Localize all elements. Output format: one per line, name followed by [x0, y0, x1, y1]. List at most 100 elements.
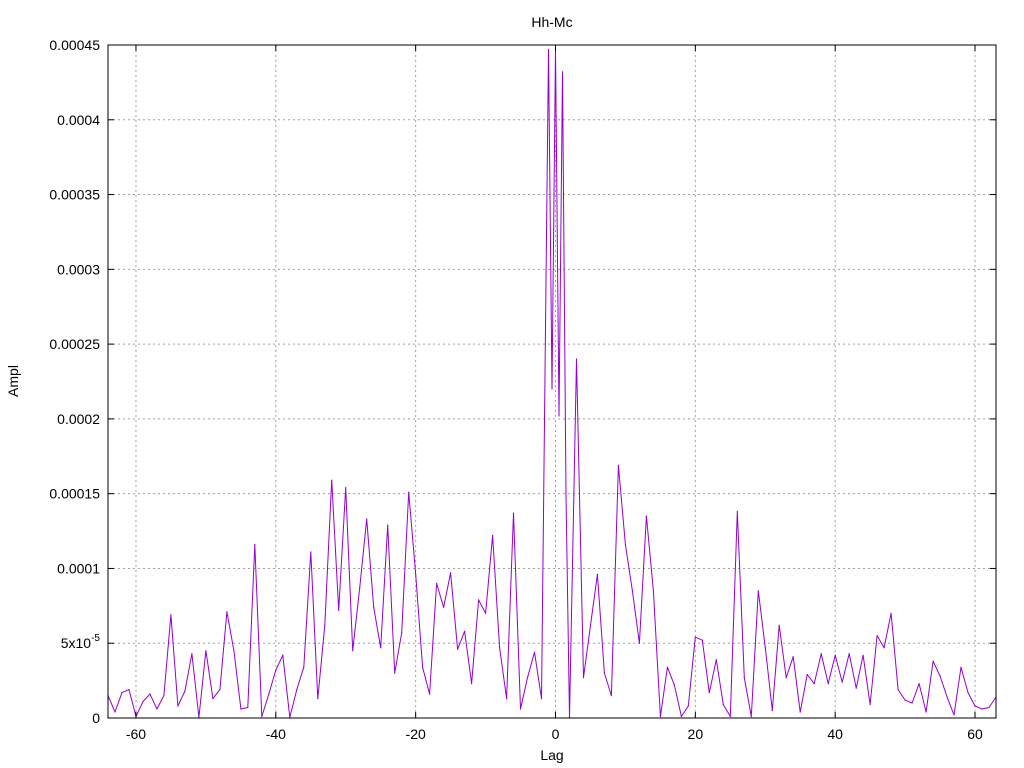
data-point [806, 674, 808, 676]
y-tick-label-text: 0.00035 [49, 187, 100, 203]
y-tick-label: 0.0003 [57, 261, 100, 277]
data-point [820, 653, 822, 655]
data-point [603, 672, 606, 674]
data-point [338, 609, 340, 611]
y-tick-label-text: 0.00015 [49, 486, 100, 502]
data-point [303, 666, 305, 668]
data-point [471, 683, 473, 685]
data-point [551, 388, 553, 390]
data-point [589, 624, 592, 626]
data-point [429, 693, 431, 695]
data-point [485, 612, 487, 614]
data-point [743, 677, 745, 679]
data-point [960, 666, 962, 668]
data-point [261, 715, 263, 718]
data-point [558, 415, 560, 417]
data-point [715, 659, 717, 661]
data-point [771, 709, 773, 712]
y-tick-label: 0.00035 [49, 187, 100, 203]
data-point [680, 715, 683, 718]
data-point [925, 711, 927, 713]
data-point [631, 590, 634, 592]
data-point [345, 487, 347, 489]
y-tick-label: 0 [92, 710, 100, 726]
data-point [792, 656, 794, 658]
data-point [687, 705, 689, 707]
data-point [876, 635, 878, 637]
data-point [834, 654, 836, 656]
y-tick-label-exponent: -5 [91, 633, 100, 644]
y-tick-label: 5x10-5 [61, 633, 101, 651]
data-point [254, 543, 256, 546]
data-point [596, 573, 599, 576]
data-point [492, 534, 494, 537]
y-tick-label: 0.00025 [49, 336, 100, 352]
data-point [708, 692, 710, 694]
x-tick-label: 40 [827, 726, 843, 742]
data-point [331, 479, 333, 481]
data-point [415, 573, 417, 576]
y-tick-label-text: 5x10 [61, 635, 92, 651]
data-point [883, 647, 885, 649]
y-tick-label: 0.0004 [57, 112, 100, 128]
data-point [565, 494, 567, 496]
data-point [974, 705, 976, 707]
data-point [533, 651, 536, 653]
data-point [575, 358, 578, 360]
data-point [366, 518, 368, 520]
data-point [946, 696, 948, 698]
data-point [114, 711, 116, 713]
data-point [848, 653, 850, 655]
data-point [778, 624, 780, 626]
x-tick-label: 20 [688, 726, 704, 742]
data-point [617, 464, 620, 466]
data-point [757, 590, 759, 592]
data-point [519, 708, 522, 710]
data-point [233, 650, 235, 652]
data-point [149, 693, 151, 695]
data-point [722, 703, 724, 706]
data-point [387, 524, 389, 526]
data-point [659, 715, 662, 718]
data-point [918, 683, 920, 685]
x-tick-label: -60 [126, 726, 146, 742]
data-point [296, 689, 298, 691]
data-point [911, 702, 913, 704]
data-point [890, 612, 892, 614]
data-point [310, 551, 312, 553]
x-tick-label: -40 [266, 726, 286, 742]
data-point [827, 683, 829, 685]
data-point [177, 705, 179, 707]
data-point [359, 587, 361, 589]
series-line [107, 49, 997, 718]
data-point [526, 677, 529, 679]
data-point [163, 695, 165, 697]
data-point [953, 714, 955, 716]
data-point [170, 614, 172, 616]
data-point [401, 632, 403, 634]
y-tick-label-text: 0.0003 [57, 261, 100, 277]
data-point [464, 630, 466, 632]
data-point [212, 698, 214, 700]
data-point [540, 698, 543, 700]
x-axis-label: Lag [540, 747, 563, 763]
data-point [450, 572, 452, 574]
data-point [219, 689, 221, 691]
y-tick-label-text: 0.00025 [49, 336, 100, 352]
data-point [324, 624, 326, 626]
data-point [932, 660, 934, 662]
data-point [869, 703, 871, 706]
data-point [184, 690, 186, 692]
data-point [666, 666, 669, 668]
data-point [380, 647, 382, 649]
data-point [282, 654, 284, 656]
data-point [701, 639, 703, 641]
data-point [841, 681, 843, 683]
y-tick-label: 0.00015 [49, 486, 100, 502]
data-point [813, 683, 815, 685]
y-tick-label: 0.0002 [57, 411, 100, 427]
data-point [729, 715, 731, 718]
data-point [981, 708, 983, 710]
data-point [226, 611, 228, 613]
data-point [750, 715, 752, 718]
